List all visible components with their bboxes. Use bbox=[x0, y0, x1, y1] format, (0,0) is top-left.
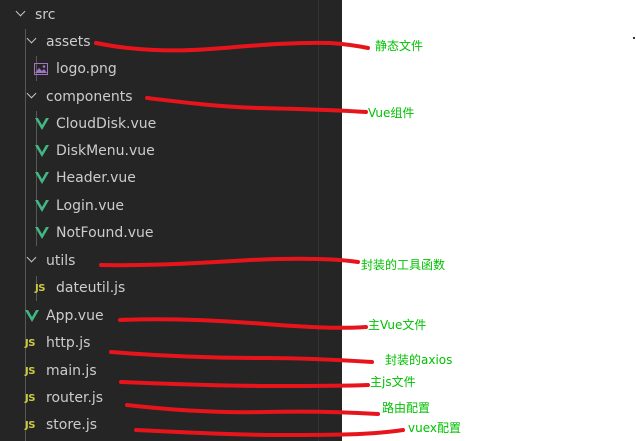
js-file-icon: JS bbox=[25, 337, 35, 349]
file-label: NotFound.vue bbox=[56, 225, 154, 241]
folder-components[interactable]: components bbox=[0, 84, 368, 110]
file-label: Header.vue bbox=[56, 170, 136, 186]
file-label: main.js bbox=[46, 363, 97, 379]
file-dateutil-js[interactable]: JS dateutil.js bbox=[0, 275, 377, 301]
folder-utils[interactable]: utils bbox=[0, 248, 368, 274]
annotation-utils: 封装的工具函数 bbox=[361, 258, 446, 272]
annotation-store: vuex配置 bbox=[408, 421, 461, 435]
stray-dot bbox=[633, 37, 635, 39]
folder-label: utils bbox=[46, 253, 76, 269]
js-file-icon: JS bbox=[35, 282, 45, 294]
folder-label: assets bbox=[46, 34, 91, 50]
folder-src[interactable]: src bbox=[0, 2, 357, 28]
file-clouddisk-vue[interactable]: CloudDisk.vue bbox=[0, 111, 377, 137]
chevron-down-icon bbox=[15, 9, 27, 21]
folder-label: components bbox=[46, 89, 133, 105]
folder-assets[interactable]: assets bbox=[0, 29, 368, 55]
file-label: Login.vue bbox=[56, 198, 124, 214]
annotation-router: 路由配置 bbox=[382, 401, 431, 415]
annotation-main: 主js文件 bbox=[370, 375, 416, 389]
file-label: CloudDisk.vue bbox=[56, 116, 157, 132]
vue-file-icon bbox=[35, 227, 49, 239]
file-label: dateutil.js bbox=[56, 280, 126, 296]
file-router-js[interactable]: JS router.js bbox=[0, 385, 367, 411]
folder-label: src bbox=[35, 7, 56, 23]
file-app-vue[interactable]: App.vue bbox=[0, 303, 367, 329]
annotation-assets: 静态文件 bbox=[375, 39, 424, 53]
file-label: App.vue bbox=[46, 308, 104, 324]
chevron-down-icon bbox=[26, 36, 38, 48]
file-notfound-vue[interactable]: NotFound.vue bbox=[0, 220, 377, 246]
chevron-down-icon bbox=[26, 255, 38, 267]
annotation-http: 封装的axios bbox=[385, 353, 453, 367]
file-diskmenu-vue[interactable]: DiskMenu.vue bbox=[0, 138, 377, 164]
file-login-vue[interactable]: Login.vue bbox=[0, 193, 377, 219]
file-label: logo.png bbox=[56, 61, 117, 77]
file-header-vue[interactable]: Header.vue bbox=[0, 165, 377, 191]
file-store-js[interactable]: JS store.js bbox=[0, 412, 367, 438]
annotation-app: 主Vue文件 bbox=[368, 318, 427, 332]
file-main-js[interactable]: JS main.js bbox=[0, 358, 367, 384]
chevron-down-icon bbox=[26, 91, 38, 103]
file-logo-png[interactable]: logo.png bbox=[0, 56, 376, 82]
file-label: http.js bbox=[46, 335, 91, 351]
vue-file-icon bbox=[35, 172, 49, 184]
js-file-icon: JS bbox=[25, 419, 35, 431]
file-label: DiskMenu.vue bbox=[56, 143, 155, 159]
vue-file-icon bbox=[35, 145, 49, 157]
file-label: store.js bbox=[46, 417, 98, 433]
file-label: router.js bbox=[46, 390, 104, 406]
js-file-icon: JS bbox=[25, 365, 35, 377]
image-file-icon bbox=[34, 63, 48, 75]
annotation-components: Vue组件 bbox=[368, 106, 415, 120]
js-file-icon: JS bbox=[25, 392, 35, 404]
vue-file-icon bbox=[35, 200, 49, 212]
vue-file-icon bbox=[25, 310, 39, 322]
vue-file-icon bbox=[35, 118, 49, 130]
file-explorer: src assets logo.png components CloudDisk… bbox=[0, 0, 342, 441]
file-http-js[interactable]: JS http.js bbox=[0, 330, 367, 356]
